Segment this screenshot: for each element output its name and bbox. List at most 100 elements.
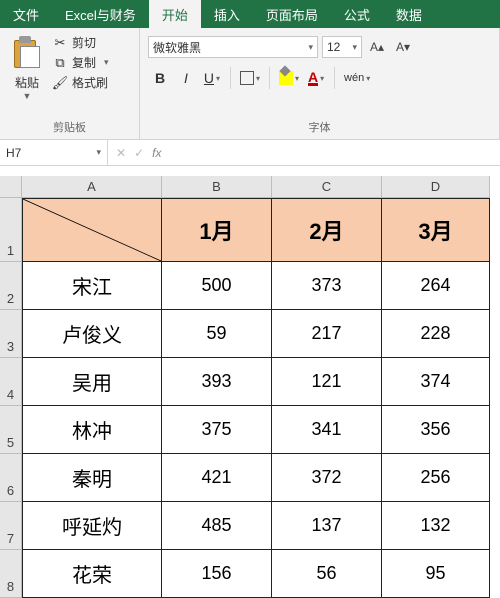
fill-color-button[interactable]: ▾ [276,66,302,90]
cell-c3[interactable]: 217 [272,310,382,358]
font-size-value: 12 [327,40,340,54]
cell-b6[interactable]: 421 [162,454,272,502]
border-button[interactable]: ▾ [237,66,263,90]
tab-excel-finance[interactable]: Excel与财务 [52,0,149,28]
cut-button[interactable]: ✂ 剪切 [52,34,133,51]
row-header-6[interactable]: 6 [0,454,22,502]
cell-d5[interactable]: 356 [382,406,490,454]
underline-button[interactable]: U▾ [200,66,224,90]
paste-button[interactable]: 粘贴 ▼ [6,32,48,117]
row-header-7[interactable]: 7 [0,502,22,550]
name-box[interactable]: H7 ▾ [0,140,108,165]
phonetic-icon: wén [344,72,364,84]
bold-button[interactable]: B [148,66,172,90]
chevron-down-icon: ▾ [308,42,313,53]
spreadsheet-grid: A B C D 1 1月 2月 3月 2 宋江 500 373 264 3 卢俊… [0,176,500,598]
cell-d4[interactable]: 374 [382,358,490,406]
format-painter-label: 格式刷 [72,74,108,91]
col-header-c[interactable]: C [272,176,382,198]
formula-bar-row: H7 ▾ ✕ ✓ fx [0,140,500,166]
clipboard-group-label: 剪贴板 [6,117,133,137]
fx-icon[interactable]: fx [152,146,161,160]
formula-input[interactable] [169,140,500,165]
row-header-2[interactable]: 2 [0,262,22,310]
cell-b5[interactable]: 375 [162,406,272,454]
format-painter-button[interactable]: 🖌 格式刷 [52,74,133,91]
cell-d7[interactable]: 132 [382,502,490,550]
cell-b1[interactable]: 1月 [162,198,272,262]
col-header-d[interactable]: D [382,176,490,198]
chevron-down-icon: ▾ [295,74,299,83]
bold-icon: B [155,70,165,86]
cell-c2[interactable]: 373 [272,262,382,310]
tab-formula[interactable]: 公式 [331,0,383,28]
chevron-down-icon: ▾ [320,74,324,83]
col-header-b[interactable]: B [162,176,272,198]
scissors-icon: ✂ [52,35,68,51]
cell-b2[interactable]: 500 [162,262,272,310]
separator [334,67,335,89]
row-header-5[interactable]: 5 [0,406,22,454]
select-all-corner[interactable] [0,176,22,198]
cell-a7[interactable]: 呼延灼 [22,502,162,550]
row-header-8[interactable]: 8 [0,550,22,598]
underline-icon: U [204,70,214,86]
cell-a6[interactable]: 秦明 [22,454,162,502]
cell-c7[interactable]: 137 [272,502,382,550]
brush-icon: 🖌 [52,75,68,91]
row-header-4[interactable]: 4 [0,358,22,406]
cell-d8[interactable]: 95 [382,550,490,598]
decrease-font-button[interactable]: A▾ [392,36,414,58]
ribbon-group-clipboard: 粘贴 ▼ ✂ 剪切 ⧉ 复制 ▾ 🖌 格式刷 剪贴板 [0,28,140,139]
cell-c1[interactable]: 2月 [272,198,382,262]
col-header-a[interactable]: A [22,176,162,198]
cell-a3[interactable]: 卢俊义 [22,310,162,358]
cell-a1-diagonal[interactable] [22,198,162,262]
copy-button[interactable]: ⧉ 复制 ▾ [52,54,133,71]
cell-c8[interactable]: 56 [272,550,382,598]
formula-controls: ✕ ✓ fx [108,140,169,165]
cell-b7[interactable]: 485 [162,502,272,550]
separator [230,67,231,89]
tab-data[interactable]: 数据 [383,0,435,28]
border-icon [240,71,254,85]
accept-icon[interactable]: ✓ [134,146,144,160]
cell-c4[interactable]: 121 [272,358,382,406]
cell-a4[interactable]: 吴用 [22,358,162,406]
tab-insert[interactable]: 插入 [201,0,253,28]
separator [269,67,270,89]
cell-a2[interactable]: 宋江 [22,262,162,310]
cell-b3[interactable]: 59 [162,310,272,358]
phonetic-button[interactable]: wén▾ [341,66,373,90]
cell-d2[interactable]: 264 [382,262,490,310]
chevron-down-icon[interactable]: ▾ [104,57,109,68]
font-color-button[interactable]: A▾ [304,66,328,90]
cell-d1[interactable]: 3月 [382,198,490,262]
font-size-select[interactable]: 12 ▾ [322,36,362,58]
font-group-label: 字体 [146,117,493,137]
fill-icon [279,71,293,85]
chevron-down-icon: ▾ [366,74,370,83]
cell-a5[interactable]: 林冲 [22,406,162,454]
chevron-down-icon[interactable]: ▼ [23,91,32,101]
italic-button[interactable]: I [174,66,198,90]
cancel-icon[interactable]: ✕ [116,146,126,160]
cell-c5[interactable]: 341 [272,406,382,454]
cell-d6[interactable]: 256 [382,454,490,502]
cell-b8[interactable]: 156 [162,550,272,598]
cell-b4[interactable]: 393 [162,358,272,406]
font-name-select[interactable]: 微软雅黑 ▾ [148,36,318,58]
cut-label: 剪切 [72,34,96,51]
tab-home[interactable]: 开始 [149,0,201,28]
chevron-down-icon: ▾ [352,42,357,53]
tab-page-layout[interactable]: 页面布局 [253,0,331,28]
row-header-3[interactable]: 3 [0,310,22,358]
cell-d3[interactable]: 228 [382,310,490,358]
row-header-1[interactable]: 1 [0,198,22,262]
decrease-font-icon: A▾ [396,40,410,54]
tab-file[interactable]: 文件 [0,0,52,28]
cell-c6[interactable]: 372 [272,454,382,502]
cell-a8[interactable]: 花荣 [22,550,162,598]
copy-icon: ⧉ [52,55,68,71]
increase-font-button[interactable]: A▴ [366,36,388,58]
